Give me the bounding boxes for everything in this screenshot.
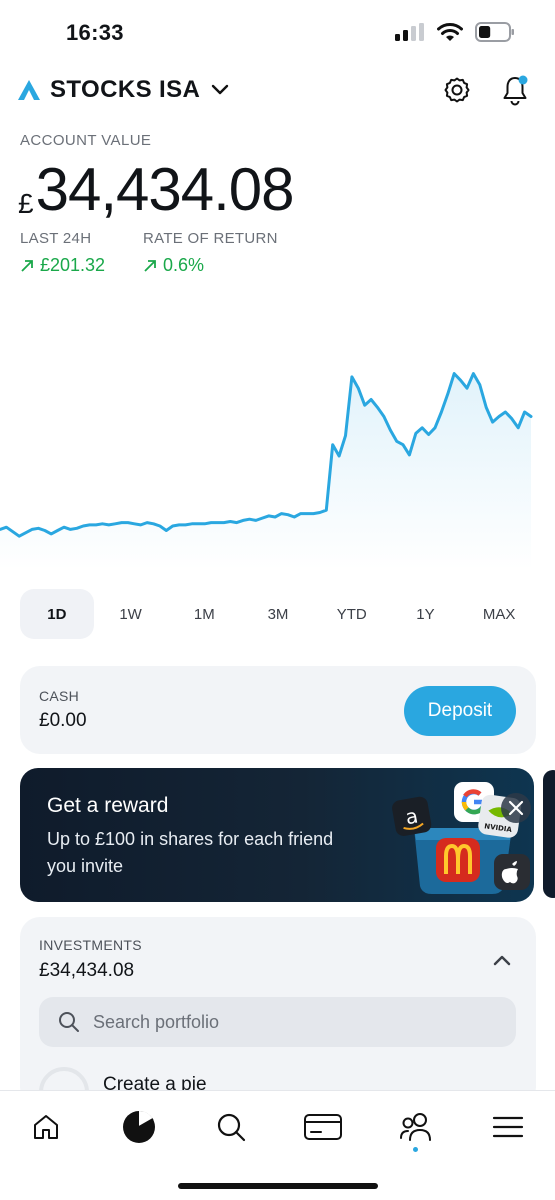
next-promo-card-peek[interactable] [543, 770, 555, 898]
last-24h-metric: LAST 24H £201.32 [20, 230, 105, 276]
search-icon [59, 1012, 79, 1032]
last-24h-label: LAST 24H [20, 230, 92, 247]
notifications-button[interactable] [497, 72, 533, 108]
tab-search[interactable] [209, 1105, 253, 1149]
tab-menu[interactable] [486, 1105, 530, 1149]
reward-text: Up to £100 in shares for each friend you… [47, 829, 334, 876]
investments-value: £34,434.08 [39, 960, 135, 981]
brand-tiles-illustration: a NVIDIA [392, 782, 531, 894]
arrow-up-right-icon [144, 259, 156, 272]
tab-community[interactable] [394, 1105, 438, 1149]
cash-value: £0.00 [39, 710, 87, 731]
time-range-1y[interactable]: 1Y [389, 589, 463, 639]
portfolio-pie-icon [123, 1110, 155, 1143]
amazon-logo-icon: a [392, 796, 432, 836]
chevron-up-icon[interactable] [490, 949, 514, 973]
tab-card[interactable] [301, 1105, 345, 1149]
cash-label: CASH [39, 688, 80, 704]
tab-portfolio[interactable] [117, 1105, 161, 1149]
status-time: 16:33 [66, 20, 124, 45]
investments-card: INVESTMENTS £34,434.08 Create a pie [20, 917, 536, 1107]
search-portfolio-input[interactable] [93, 1011, 473, 1033]
home-icon [34, 1115, 58, 1139]
reward-close-button[interactable] [501, 793, 531, 823]
account-switcher[interactable]: STOCKS ISA [18, 68, 230, 112]
menu-icon [492, 1116, 524, 1138]
people-icon [400, 1113, 431, 1141]
account-value-label: ACCOUNT VALUE [20, 132, 152, 149]
search-icon [217, 1113, 246, 1142]
brand-logo-icon [18, 80, 40, 100]
card-icon [304, 1114, 342, 1140]
time-range-3m[interactable]: 3M [241, 589, 315, 639]
investments-label: INVESTMENTS [39, 937, 142, 953]
mcdonalds-logo-icon [436, 838, 480, 882]
time-range-1d[interactable]: 1D [20, 589, 94, 639]
portfolio-chart-svg [0, 372, 533, 570]
reward-title: Get a reward [47, 794, 169, 817]
arrow-up-right-icon [21, 259, 33, 272]
bell-icon [503, 75, 528, 106]
status-bar: 16:33 [0, 0, 555, 60]
status-icons [395, 22, 515, 42]
app-header: STOCKS ISA [0, 68, 555, 112]
rate-of-return-metric: RATE OF RETURN 0.6% [143, 230, 278, 276]
account-name: STOCKS ISA [50, 76, 201, 103]
account-value: £ 34,434.08 [18, 150, 295, 230]
account-value-amount: 34,434.08 [35, 156, 295, 223]
portfolio-search-box[interactable] [39, 997, 516, 1047]
time-range-1m[interactable]: 1M [167, 589, 241, 639]
wifi-icon [437, 23, 463, 41]
rate-of-return-label: RATE OF RETURN [143, 230, 278, 247]
deposit-button[interactable]: Deposit [404, 686, 516, 736]
time-range-max[interactable]: MAX [462, 589, 536, 639]
account-currency-symbol: £ [18, 188, 34, 219]
battery-icon [475, 22, 514, 42]
reward-promo-card[interactable]: Get a reward Up to £100 in shares for ea… [20, 768, 534, 902]
cellular-signal-icon [395, 23, 424, 41]
chevron-down-icon [212, 84, 229, 95]
portfolio-chart[interactable] [0, 290, 555, 570]
home-indicator [178, 1183, 378, 1189]
tab-community-indicator [413, 1147, 418, 1152]
chart-area-fill [0, 373, 531, 570]
gear-icon [444, 77, 470, 103]
settings-button[interactable] [439, 72, 475, 108]
tab-home[interactable] [24, 1105, 68, 1149]
last-24h-value: £201.32 [40, 255, 106, 275]
rate-of-return-value: 0.6% [163, 255, 205, 275]
notification-badge [518, 75, 528, 85]
time-range-selector: 1D 1W 1M 3M YTD 1Y MAX [20, 588, 536, 640]
apple-logo-icon [494, 854, 530, 890]
cash-card: CASH £0.00 Deposit [20, 666, 536, 754]
time-range-ytd[interactable]: YTD [315, 589, 389, 639]
time-range-1w[interactable]: 1W [94, 589, 168, 639]
